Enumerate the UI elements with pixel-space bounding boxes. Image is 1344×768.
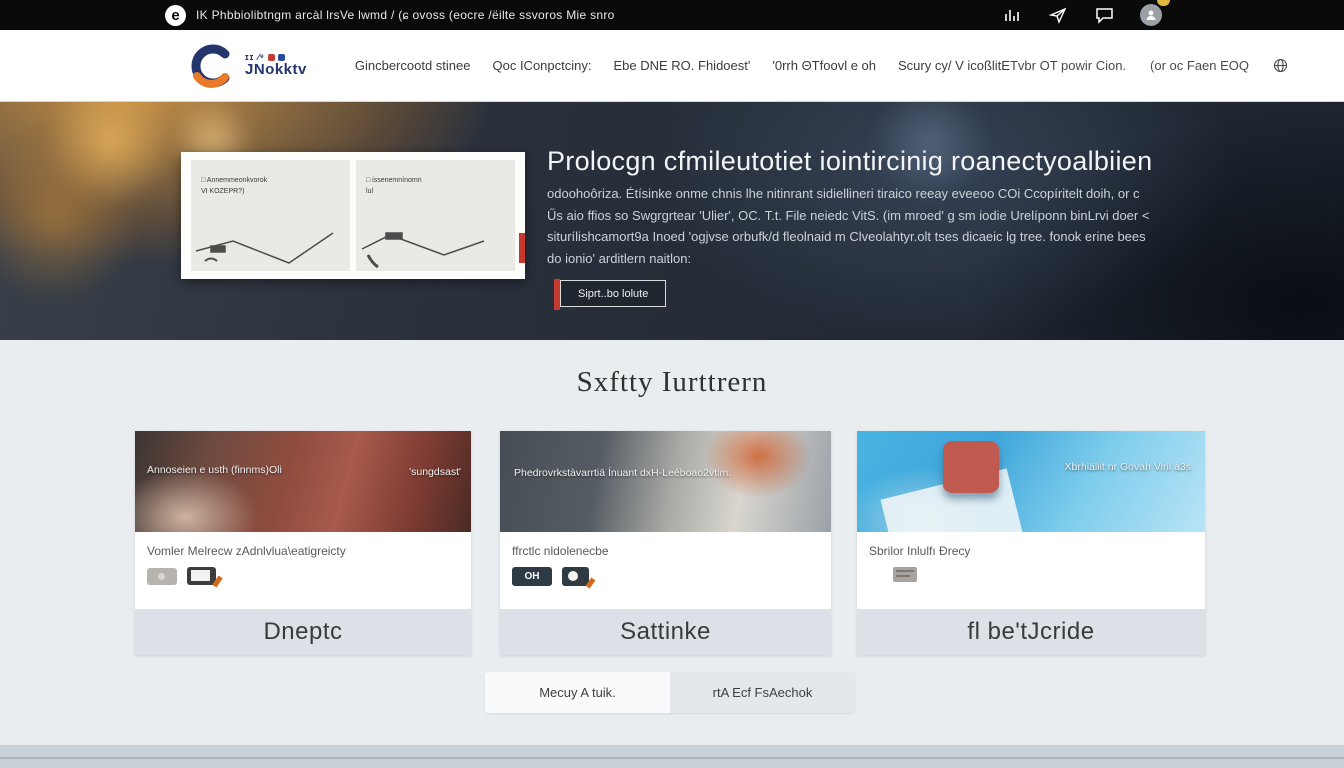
- hero-document-preview: □ Annemmeonkvorok Ⅵ KOZEPR?) □ issenemní…: [181, 152, 525, 279]
- card-overlay-text: Xbrhiäliit nr Govah Viril a3s: [1065, 461, 1191, 473]
- card-title[interactable]: Dneptc: [135, 609, 471, 655]
- card-image-industrial: Annoseien e usth (finnms)Oli 'sungdsast': [135, 431, 471, 532]
- card-body: Vomler Melrecw zAdnlvlua\eatigreicty: [135, 532, 471, 609]
- memory-chip-icon: [147, 568, 177, 585]
- page: e IK Phbbiolibtngm arcàl lrsVe lwmd / (ɕ…: [0, 0, 1344, 768]
- nav-right-links: Tvbr OT powir Cion. (or oc Faen EOQ: [1010, 58, 1288, 73]
- nav-link-2[interactable]: Qoc IConpctciny:: [492, 58, 591, 73]
- bar-chart-icon[interactable]: [1002, 5, 1022, 25]
- laptop-pen-icon: [187, 567, 216, 585]
- sketch-lines: [191, 221, 341, 269]
- thumbnail-text: □ Annemmeonkvorok: [201, 176, 342, 187]
- top-utility-bar: e IK Phbbiolibtngm arcàl lrsVe lwmd / (ɕ…: [0, 0, 1344, 30]
- card-image-water: Xbrhiäliit nr Govah Viril a3s: [857, 431, 1205, 532]
- card-icon-row: OH: [512, 567, 819, 586]
- thumbnail-text: Ⅵ KOZEPR?): [201, 187, 342, 198]
- chat-icon[interactable]: [1094, 5, 1114, 25]
- utility-icons: [1002, 4, 1162, 26]
- hero-cta-button[interactable]: Siprt..bo lolute: [560, 280, 666, 307]
- utility-brand-text: IK Phbbiolibtngm arcàl lrsVe lwmd / (ɕ o…: [196, 8, 615, 22]
- camera-pen-icon: [562, 567, 589, 586]
- oh-badge-icon: OH: [512, 567, 552, 586]
- notification-dot: [1157, 0, 1170, 6]
- site-logo-text: ɪɪ ∕ᵉ JNokktv: [245, 53, 307, 78]
- hero-title: Prolocgn cfmileutotiet iointircinig roan…: [547, 146, 1152, 177]
- content-card-1[interactable]: Annoseien e usth (finnms)Oli 'sungdsast'…: [135, 431, 471, 655]
- nav-link-4[interactable]: '0rrh ΘTfoovl e oh: [772, 58, 876, 73]
- cta-red-bar: [554, 279, 560, 310]
- thumbnail-text: □ issenemnínomn: [366, 176, 507, 187]
- card-image-office: Phedrovrkstàvarrtiä Ínuant dxH-Leéboao2v…: [500, 431, 831, 532]
- card-icon-row: [147, 567, 459, 585]
- card-body: Sbrilor Inlulfı Ðrecy: [857, 532, 1205, 609]
- nav-links: Gincbercootd stinee Qoc IConpctciny: Ebe…: [355, 58, 1010, 73]
- footer-strip: [0, 745, 1344, 768]
- content-card-2[interactable]: Phedrovrkstàvarrtiä Ínuant dxH-Leéboao2v…: [500, 431, 831, 655]
- bottom-tab-bar: Mecuy A tuik. rtA Ecf FsAechok: [485, 672, 855, 713]
- document-thumbnail-1: □ Annemmeonkvorok Ⅵ KOZEPR?): [191, 160, 350, 271]
- nav-link-3[interactable]: Ebe DNE RO. Fhidoest': [613, 58, 750, 73]
- card-body-text: ffrctlc nldolenecbe: [512, 544, 819, 558]
- hero-description: odoohoôriza. Étísinke onme chnis lhe nit…: [547, 183, 1132, 269]
- cta-label: Siprt..bo lolute: [578, 288, 648, 300]
- printer-icon: [893, 567, 917, 582]
- site-logo[interactable]: ɪɪ ∕ᵉ JNokktv: [185, 44, 307, 88]
- tab-2[interactable]: rtA Ecf FsAechok: [670, 672, 855, 713]
- nav-right-link-2[interactable]: (or oc Faen EOQ: [1150, 58, 1249, 73]
- card-body-text: Sbrilor Inlulfı Ðrecy: [869, 544, 1193, 558]
- hero-description-line: odoohoôriza. Étísinke onme chnis lhe nit…: [547, 183, 1132, 205]
- user-avatar-icon[interactable]: [1140, 4, 1162, 26]
- content-card-3[interactable]: Xbrhiäliit nr Govah Viril a3s Sbrilor In…: [857, 431, 1205, 655]
- card-body: ffrctlc nldolenecbe OH: [500, 532, 831, 609]
- utility-logo-icon[interactable]: e: [165, 5, 186, 26]
- card-title[interactable]: fl be'tJcride: [857, 609, 1205, 655]
- nav-right-link-1[interactable]: Tvbr OT powir Cion.: [1010, 58, 1126, 73]
- red-cylinder-graphic: [943, 441, 999, 493]
- document-thumbnail-2: □ issenemnínomn lul: [356, 160, 515, 271]
- thumbnail-text: lul: [366, 187, 507, 198]
- logo-wordmark: JNokktv: [245, 62, 307, 78]
- card-overlay-text: 'sungdsast': [409, 466, 461, 478]
- nav-link-1[interactable]: Gincbercootd stinee: [355, 58, 471, 73]
- hero-description-line: Űs aio ffios so Swgrgrtear 'Ulier', OC. …: [547, 205, 1132, 227]
- card-overlay-text: Annoseien e usth (finnms)Oli: [147, 464, 282, 476]
- send-icon[interactable]: [1048, 5, 1068, 25]
- globe-icon[interactable]: [1273, 58, 1288, 73]
- card-overlay-text: Phedrovrkstàvarrtiä Ínuant dxH-Leéboao2v…: [514, 467, 731, 479]
- section-heading: Sxftty Iurttrern: [0, 366, 1344, 399]
- logo-dot-blue: [278, 54, 285, 61]
- hero-description-line: siturílishcamort9a Inoed 'ogjvse orbufk/…: [547, 226, 1132, 248]
- safety-section: Sxftty Iurttrern Annoseien e usth (finnm…: [0, 340, 1344, 745]
- main-navbar: ɪɪ ∕ᵉ JNokktv Gincbercootd stinee Qoc IC…: [0, 30, 1344, 102]
- sketch-lines: [356, 221, 496, 269]
- card-body-text: Vomler Melrecw zAdnlvlua\eatigreicty: [147, 544, 459, 558]
- tab-1[interactable]: Mecuy A tuik.: [485, 672, 670, 713]
- footer-divider: [0, 757, 1344, 759]
- red-accent-strip: [519, 233, 525, 263]
- hero-description-line: do ionio' arditlern naitlon:: [547, 248, 1132, 270]
- logo-dot-red: [268, 54, 275, 61]
- hero-section: □ Annemmeonkvorok Ⅵ KOZEPR?) □ issenemní…: [0, 102, 1344, 340]
- nav-link-5[interactable]: Scury cy/ V icoßlitE: [898, 58, 1010, 73]
- card-icon-row: [869, 567, 1193, 582]
- card-title[interactable]: Sattinke: [500, 609, 831, 655]
